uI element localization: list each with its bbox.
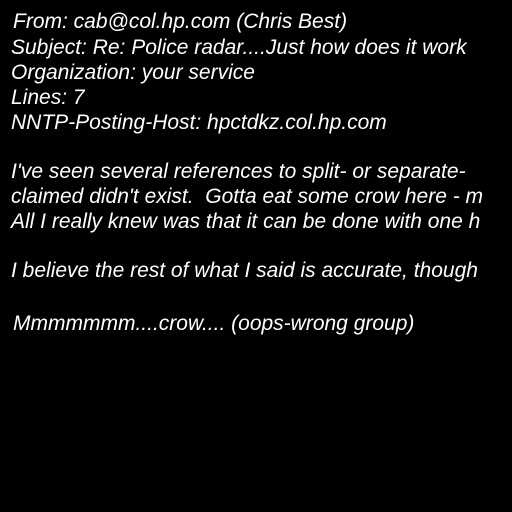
message-page: From: cab@col.hp.com (Chris Best) Subjec…: [0, 0, 512, 512]
body-line: I believe the rest of what I said is acc…: [11, 259, 478, 282]
header-from: From: cab@col.hp.com (Chris Best): [13, 10, 348, 33]
header-lines: Lines: 7: [11, 86, 85, 109]
header-nntp-posting-host: NNTP-Posting-Host: hpctdkz.col.hp.com: [11, 111, 387, 134]
body-line: I've seen several references to split- o…: [11, 160, 466, 183]
body-line: claimed didn't exist. Gotta eat some cro…: [11, 185, 484, 208]
header-organization: Organization: your service: [11, 61, 255, 84]
body-line: All I really knew was that it can be don…: [11, 210, 481, 233]
header-subject: Subject: Re: Police radar....Just how do…: [11, 36, 467, 59]
signoff-line: Mmmmmmm....crow.... (oops-wrong group): [13, 312, 415, 335]
